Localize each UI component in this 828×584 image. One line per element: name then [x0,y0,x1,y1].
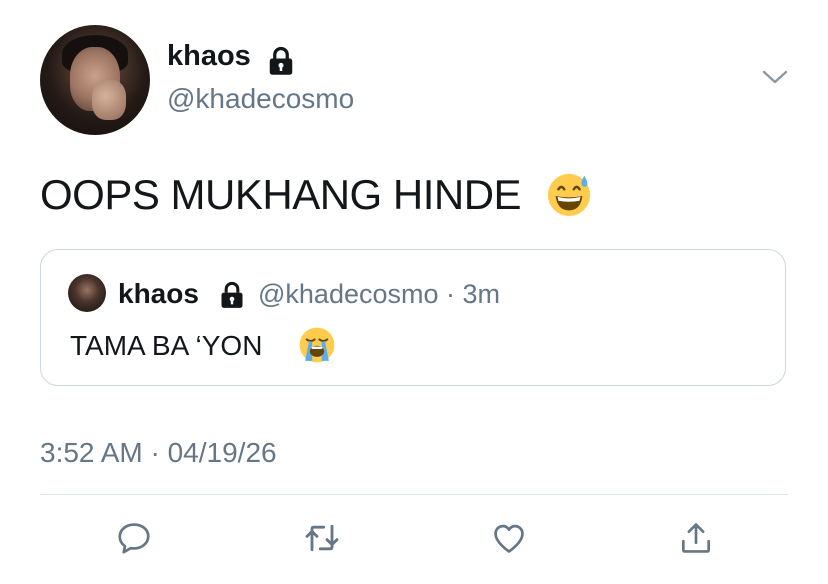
quoted-display-name: khaos [118,278,199,309]
heart-icon [494,524,524,553]
chevron-down-icon[interactable] [762,67,788,87]
quoted-tweet-avatar [68,274,106,312]
loudly-crying-face-emoji [299,327,335,363]
quoted-handle-and-time: @khadecosmo · 3m [258,279,500,309]
grinning-face-with-sweat-emoji [547,173,591,217]
profile-avatar[interactable] [40,25,150,135]
quoted-tweet-text: TAMA BA ‘YON [70,330,263,361]
lock-icon [221,281,243,308]
quoted-tweet-card[interactable] [40,249,786,386]
retweet-button[interactable] [302,518,342,558]
tweet-text: OOPS MUKHANG HINDE [40,171,522,218]
retweet-icon [305,524,339,552]
share-icon [681,523,711,553]
user-handle[interactable]: @khadecosmo [167,83,354,115]
share-button[interactable] [676,518,716,558]
lock-icon [269,46,293,75]
comment-icon [118,523,150,554]
tweet-timestamp[interactable]: 3:52 AM · 04/19/26 [40,437,277,469]
reply-button[interactable] [114,518,154,558]
divider [40,494,788,495]
display-name[interactable]: khaos [167,40,251,73]
like-button[interactable] [489,518,529,558]
